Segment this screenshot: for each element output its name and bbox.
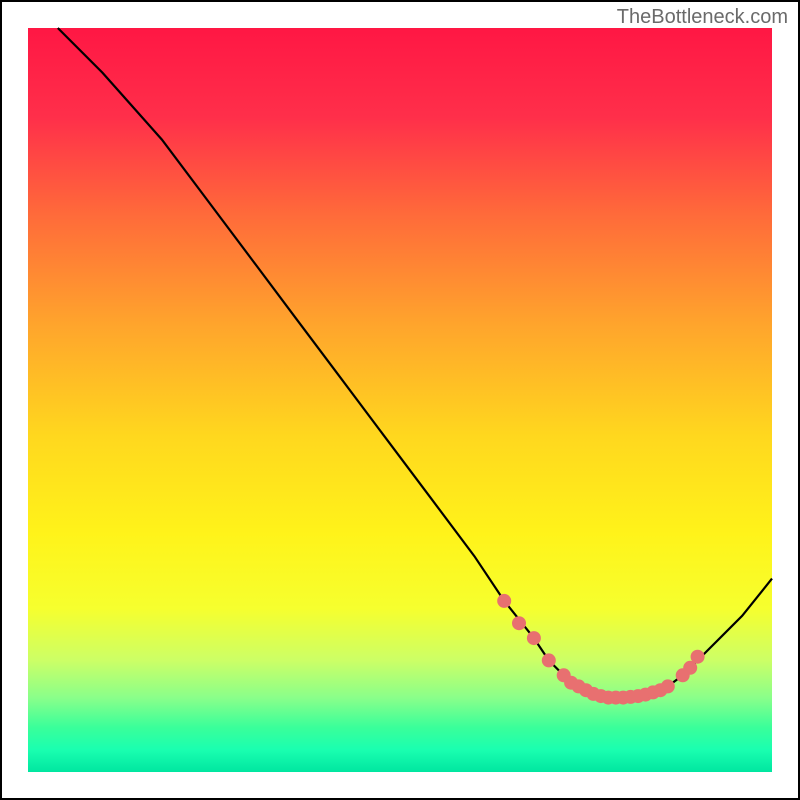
chart-container	[0, 0, 800, 800]
marker-dot	[661, 679, 675, 693]
marker-dot	[691, 650, 705, 664]
watermark-text: TheBottleneck.com	[617, 6, 788, 29]
plot-background	[28, 28, 772, 772]
marker-dot	[497, 594, 511, 608]
chart-svg	[0, 0, 800, 800]
marker-dot	[542, 653, 556, 667]
marker-dot	[512, 616, 526, 630]
marker-dot	[527, 631, 541, 645]
